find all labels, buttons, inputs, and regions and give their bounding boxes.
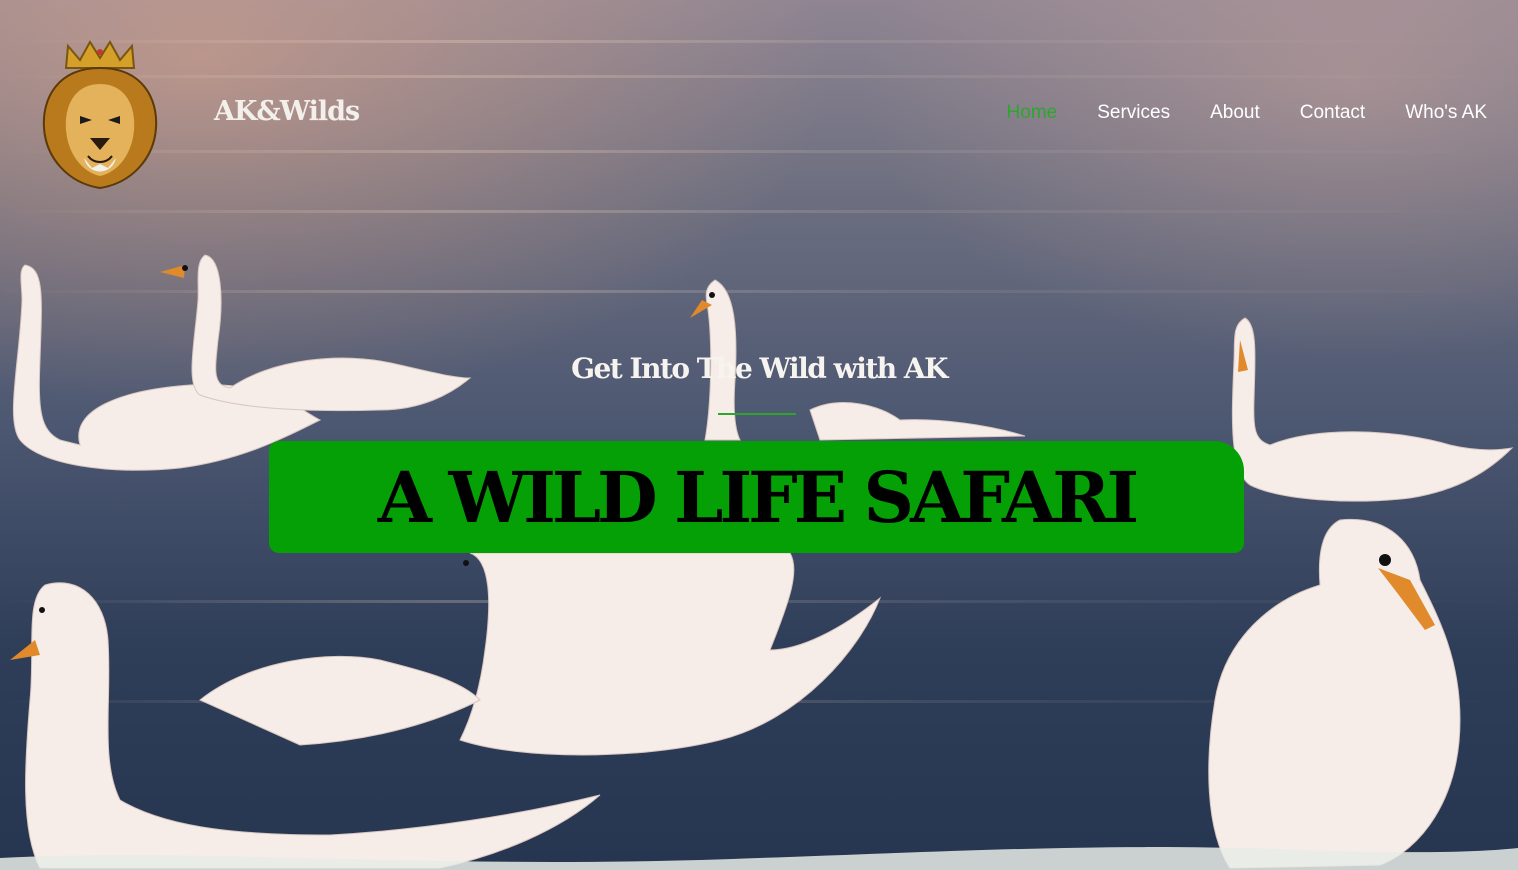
hero-title: A WILD LIFE SAFARI (377, 455, 1139, 539)
main-nav: Home Services About Contact Who's AK (1007, 102, 1487, 124)
nav-services-link[interactable]: Services (1097, 102, 1170, 124)
hero-divider (718, 413, 796, 415)
site-header: AK&Wilds Home Services About Contact Who… (0, 0, 1518, 200)
nav-home-link[interactable]: Home (1007, 102, 1058, 124)
nav-whos-ak-link[interactable]: Who's AK (1405, 102, 1487, 124)
nav-contact-link[interactable]: Contact (1300, 102, 1365, 124)
bottom-wave-divider (0, 847, 1518, 870)
brand-name[interactable]: AK&Wilds (214, 96, 360, 127)
hero-subtitle: Get Into The Wild with AK (571, 352, 948, 385)
nav-about-link[interactable]: About (1210, 102, 1260, 124)
crowned-lion-logo-icon[interactable] (38, 38, 162, 190)
hero-title-banner: A WILD LIFE SAFARI (269, 441, 1244, 553)
